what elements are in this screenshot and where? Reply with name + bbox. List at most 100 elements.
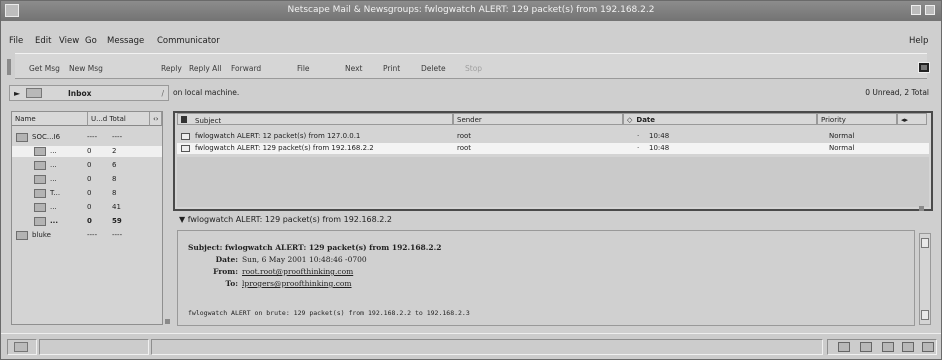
title-bar[interactable]: Netscape Mail & Newsgroups: fwlogwatch A…: [1, 1, 941, 21]
unread-dot-icon[interactable]: ·: [637, 132, 639, 140]
tree-row-drafts[interactable]: ... 0 8: [12, 174, 162, 185]
tree-label: SOC...I6: [32, 133, 61, 141]
sort-icon: ◇: [627, 116, 633, 124]
message-row-selected[interactable]: fwlogwatch ALERT: 129 packet(s) from 192…: [177, 143, 929, 154]
newsgroups-icon[interactable]: [882, 342, 894, 352]
location-text: on local machine.: [173, 88, 240, 97]
preview-subject-line: Subject: fwlogwatch ALERT: 129 packet(s)…: [188, 243, 441, 252]
tree-row-local[interactable]: SOC...I6 ---- ----: [12, 132, 162, 143]
preview-title: fwlogwatch ALERT: 129 packet(s) from 192…: [187, 215, 392, 224]
message-priority: Normal: [829, 144, 855, 152]
tree-label: bluke: [32, 231, 51, 239]
date-header-label: Date: [636, 116, 656, 124]
tree-total: 2: [112, 147, 117, 155]
mail-window: Netscape Mail & Newsgroups: fwlogwatch A…: [0, 0, 942, 360]
pane-resize-handle[interactable]: [919, 206, 924, 211]
subject-value: fwlogwatch ALERT: 129 packet(s) from 192…: [225, 243, 442, 252]
netscape-logo-icon: [918, 62, 930, 73]
column-header-name[interactable]: Name: [12, 112, 88, 126]
tree-total: 6: [112, 161, 117, 169]
unread-dot-icon[interactable]: ·: [637, 144, 639, 152]
folder-icon: [26, 88, 42, 98]
maximize-icon[interactable]: [911, 5, 921, 15]
new-msg-button[interactable]: New Msg: [69, 64, 103, 73]
preview-collapse-header[interactable]: ▼ fwlogwatch ALERT: 129 packet(s) from 1…: [179, 215, 392, 224]
tree-row-trash[interactable]: ... 0 59: [12, 216, 162, 227]
tree-unread: ----: [87, 133, 98, 141]
scroll-up-icon[interactable]: [921, 238, 929, 248]
status-bar: [1, 333, 941, 359]
tree-row-unsent[interactable]: ... 0 6: [12, 160, 162, 171]
dropdown-icon: /: [161, 89, 164, 98]
pane-resize-handle[interactable]: [165, 319, 170, 324]
reply-all-button[interactable]: Reply All: [189, 64, 221, 73]
tree-unread: 0: [87, 203, 92, 211]
message-subject: fwlogwatch ALERT: 12 packet(s) from 127.…: [195, 132, 361, 140]
tree-row-news-server[interactable]: bluke ---- ----: [12, 230, 162, 241]
column-header-subject[interactable]: Subject: [177, 113, 453, 125]
message-row[interactable]: fwlogwatch ALERT: 12 packet(s) from 127.…: [177, 131, 929, 142]
folder-selector[interactable]: ► Inbox /: [9, 85, 169, 101]
column-header-priority[interactable]: Priority: [817, 113, 897, 125]
tree-total: ----: [112, 231, 123, 239]
menu-communicator[interactable]: Communicator: [157, 36, 220, 46]
mail-icon[interactable]: [860, 342, 872, 352]
column-scroll-arrows-icon[interactable]: ‹›: [150, 112, 162, 126]
tree-label: ...: [50, 203, 57, 211]
envelope-icon: [181, 133, 190, 140]
thread-icon: [181, 116, 187, 123]
trash-icon: [34, 217, 46, 226]
column-header-unread-total[interactable]: U...d Total: [88, 112, 150, 126]
tree-total: 8: [112, 189, 117, 197]
column-header-date[interactable]: ◇ Date: [623, 113, 817, 125]
tree-total: ----: [112, 133, 123, 141]
date-value: Sun, 6 May 2001 10:48:46 -0700: [242, 255, 367, 264]
location-bar: ► Inbox / on local machine. 0 Unread, 2 …: [9, 83, 935, 103]
get-msg-button[interactable]: Get Msg: [29, 64, 60, 73]
tree-row-inbox[interactable]: ... 0 2: [12, 146, 162, 157]
stop-button[interactable]: Stop: [465, 64, 482, 73]
tree-total: 41: [112, 203, 121, 211]
menu-help[interactable]: Help: [909, 36, 928, 46]
next-button[interactable]: Next: [345, 64, 362, 73]
tree-row-sent[interactable]: ... 0 41: [12, 202, 162, 213]
security-lock-icon: [14, 342, 28, 352]
column-header-sender[interactable]: Sender: [453, 113, 623, 125]
tree-total: 59: [112, 217, 122, 225]
close-icon[interactable]: [925, 5, 935, 15]
print-button[interactable]: Print: [383, 64, 400, 73]
menu-view[interactable]: View: [59, 36, 79, 46]
computer-icon: [16, 133, 28, 142]
to-label: To:: [225, 279, 239, 288]
from-link[interactable]: root.root@proofthinking.com: [242, 267, 353, 276]
composer-icon[interactable]: [922, 342, 934, 352]
reply-button[interactable]: Reply: [161, 64, 182, 73]
security-status[interactable]: [7, 339, 37, 355]
tree-unread: 0: [87, 189, 92, 197]
column-scroll-arrows-icon[interactable]: ◂▸: [897, 113, 927, 125]
collapse-triangle-icon[interactable]: ▼: [179, 215, 188, 224]
tree-label: ...: [50, 175, 57, 183]
folder-icon: [34, 175, 46, 184]
navigator-icon[interactable]: [838, 342, 850, 352]
forward-button[interactable]: Forward: [231, 64, 261, 73]
toolbar-grip[interactable]: [7, 59, 11, 75]
menu-message[interactable]: Message: [107, 36, 144, 46]
subject-label: Subject:: [188, 243, 223, 252]
expand-arrow-icon: ►: [14, 89, 21, 98]
status-text-area: [151, 339, 823, 355]
delete-button[interactable]: Delete: [421, 64, 446, 73]
menu-go[interactable]: Go: [85, 36, 97, 46]
address-book-icon[interactable]: [902, 342, 914, 352]
file-button[interactable]: File: [297, 64, 310, 73]
menu-file[interactable]: File: [9, 36, 23, 46]
tree-unread: ----: [87, 231, 98, 239]
to-link[interactable]: lprogers@proofthinking.com: [242, 279, 352, 288]
tree-total: 8: [112, 175, 117, 183]
message-list: Subject Sender ◇ Date Priority ◂▸ fwlogwa…: [173, 111, 933, 211]
subject-header-label: Subject: [195, 117, 222, 125]
preview-scrollbar[interactable]: [919, 233, 931, 325]
scroll-down-icon[interactable]: [921, 310, 929, 320]
menu-edit[interactable]: Edit: [35, 36, 51, 46]
tree-row-templates[interactable]: T... 0 8: [12, 188, 162, 199]
